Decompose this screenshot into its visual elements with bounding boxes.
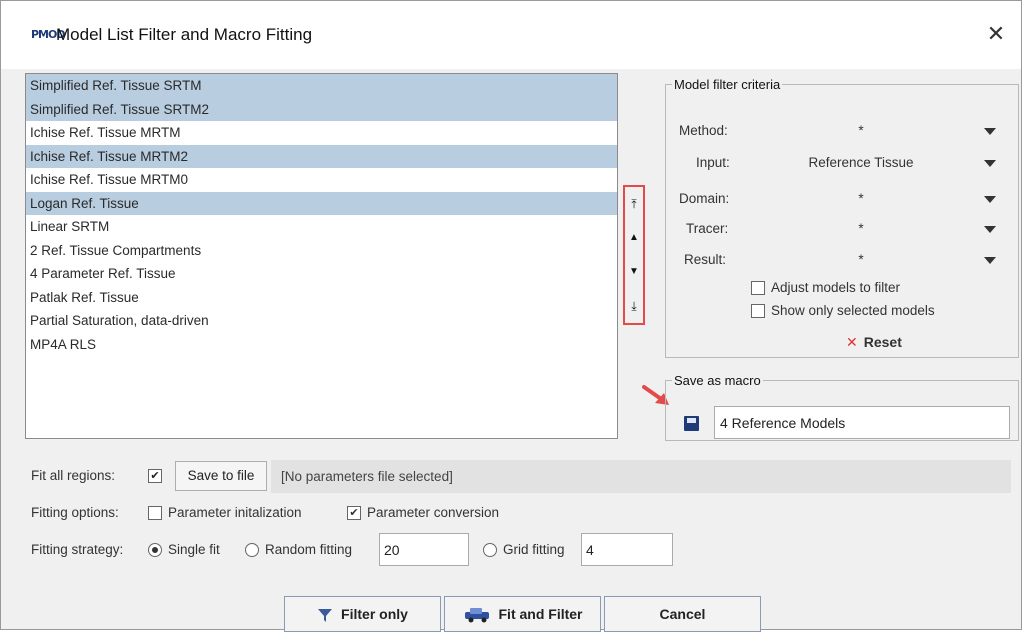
fit-all-regions-label: Fit all regions: — [31, 468, 116, 483]
input-label: Input: — [696, 155, 730, 170]
adjust-models-label: Adjust models to filter — [771, 280, 901, 295]
filter-row-result[interactable]: Result: * — [666, 252, 1016, 272]
model-list-item[interactable]: 2 Ref. Tissue Compartments — [26, 239, 617, 263]
parameters-file-status: [No parameters file selected] — [271, 460, 1011, 493]
fitting-strategy-label: Fitting strategy: — [31, 542, 124, 557]
param-conversion-label: Parameter conversion — [367, 505, 500, 520]
grid-fitting-count-input[interactable] — [581, 533, 673, 566]
model-list-item[interactable]: 4 Parameter Ref. Tissue — [26, 262, 617, 286]
title-bar: PMOD Model List Filter and Macro Fitting… — [1, 1, 1021, 69]
random-fitting-radio-row[interactable]: Random fitting — [245, 542, 353, 558]
tracer-label: Tracer: — [686, 221, 729, 236]
car-icon — [464, 608, 489, 623]
filter-legend: Model filter criteria — [674, 77, 781, 92]
model-list-item[interactable]: Ichise Ref. Tissue MRTM2 — [26, 144, 617, 168]
show-selected-checkbox[interactable] — [751, 304, 765, 319]
cancel-button[interactable]: Cancel — [604, 596, 761, 632]
chevron-down-icon[interactable] — [984, 196, 996, 203]
save-as-macro-group: Save as macro — [665, 373, 1019, 441]
filter-row-method[interactable]: Method: * — [666, 123, 1016, 143]
random-fitting-label: Random fitting — [265, 542, 353, 557]
single-fit-label: Single fit — [168, 542, 220, 557]
single-fit-radio-row[interactable]: Single fit — [148, 542, 220, 558]
filter-row-input[interactable]: Input: Reference Tissue — [666, 155, 1016, 175]
cancel-label: Cancel — [659, 606, 706, 622]
grid-fitting-radio[interactable] — [483, 543, 497, 558]
macro-legend: Save as macro — [674, 373, 761, 388]
macro-name-input[interactable] — [714, 406, 1010, 439]
save-to-file-button[interactable]: Save to file — [175, 461, 267, 491]
filter-only-button[interactable]: Filter only — [284, 596, 441, 632]
random-fitting-count-input[interactable] — [379, 533, 469, 566]
model-list[interactable]: Simplified Ref. Tissue SRTM Simplified Re… — [25, 73, 618, 439]
model-list-item[interactable]: Logan Ref. Tissue — [26, 191, 617, 215]
save-icon[interactable] — [684, 416, 699, 431]
filter-row-tracer[interactable]: Tracer: * — [666, 221, 1016, 241]
filter-only-label: Filter only — [341, 606, 408, 622]
model-filter-criteria-group: Model filter criteria Method: * Input: R… — [665, 77, 1019, 358]
move-to-top-icon[interactable]: ⤒ — [625, 189, 643, 219]
model-list-item[interactable]: Ichise Ref. Tissue MRTM — [26, 121, 617, 145]
fit-and-filter-button[interactable]: Fit and Filter — [444, 596, 601, 632]
close-button[interactable]: ✕ — [983, 21, 1009, 47]
model-list-item[interactable]: MP4A RLS — [26, 333, 617, 357]
param-init-label: Parameter initalization — [168, 505, 302, 520]
filter-row-domain[interactable]: Domain: * — [666, 191, 1016, 211]
method-label: Method: — [679, 123, 728, 138]
reset-label: Reset — [863, 334, 902, 350]
input-value: Reference Tissue — [808, 155, 914, 170]
chevron-down-icon[interactable] — [984, 160, 996, 167]
domain-value: * — [858, 191, 864, 206]
method-value: * — [858, 123, 864, 138]
tracer-value: * — [858, 221, 864, 236]
result-value: * — [858, 252, 864, 267]
domain-label: Domain: — [679, 191, 730, 206]
fit-and-filter-label: Fit and Filter — [498, 606, 583, 622]
move-to-bottom-icon[interactable]: ⤓ — [625, 291, 643, 321]
fitting-options-label: Fitting options: — [31, 505, 119, 520]
move-up-icon[interactable]: ▲ — [625, 223, 643, 253]
fit-all-regions-checkbox[interactable]: ✔ — [148, 469, 162, 483]
show-selected-checkbox-row[interactable]: Show only selected models — [751, 303, 935, 319]
chevron-down-icon[interactable] — [984, 226, 996, 233]
random-fitting-radio[interactable] — [245, 543, 259, 558]
grid-fitting-radio-row[interactable]: Grid fitting — [483, 542, 565, 558]
window-title: Model List Filter and Macro Fitting — [56, 25, 313, 44]
close-icon: ✕ — [846, 334, 858, 350]
param-conversion-checkbox-row[interactable]: ✔ Parameter conversion — [347, 505, 500, 521]
param-init-checkbox[interactable] — [148, 506, 162, 521]
move-down-icon[interactable]: ▼ — [625, 257, 643, 287]
result-label: Result: — [684, 252, 727, 267]
chevron-down-icon[interactable] — [984, 128, 996, 135]
app-icon: PMOD — [31, 28, 66, 41]
model-list-item[interactable]: Simplified Ref. Tissue SRTM — [26, 74, 617, 98]
reorder-controls: ⤒ ▲ ▼ ⤓ — [623, 185, 645, 325]
grid-fitting-label: Grid fitting — [503, 542, 565, 557]
model-list-item[interactable]: Ichise Ref. Tissue MRTM0 — [26, 168, 617, 192]
adjust-models-checkbox[interactable] — [751, 281, 765, 296]
show-selected-label: Show only selected models — [771, 303, 935, 318]
dialog-window: PMOD Model List Filter and Macro Fitting… — [0, 0, 1022, 632]
model-list-item[interactable]: Partial Saturation, data-driven — [26, 309, 617, 333]
param-init-checkbox-row[interactable]: Parameter initalization — [148, 505, 302, 521]
filter-icon — [318, 609, 333, 623]
param-conversion-checkbox[interactable]: ✔ — [347, 506, 361, 521]
reset-button[interactable]: ✕ Reset — [846, 334, 902, 351]
chevron-down-icon[interactable] — [984, 257, 996, 264]
adjust-models-checkbox-row[interactable]: Adjust models to filter — [751, 280, 901, 296]
model-list-item[interactable]: Simplified Ref. Tissue SRTM2 — [26, 97, 617, 121]
model-list-item[interactable]: Patlak Ref. Tissue — [26, 286, 617, 310]
model-list-item[interactable]: Linear SRTM — [26, 215, 617, 239]
single-fit-radio[interactable] — [148, 543, 162, 558]
